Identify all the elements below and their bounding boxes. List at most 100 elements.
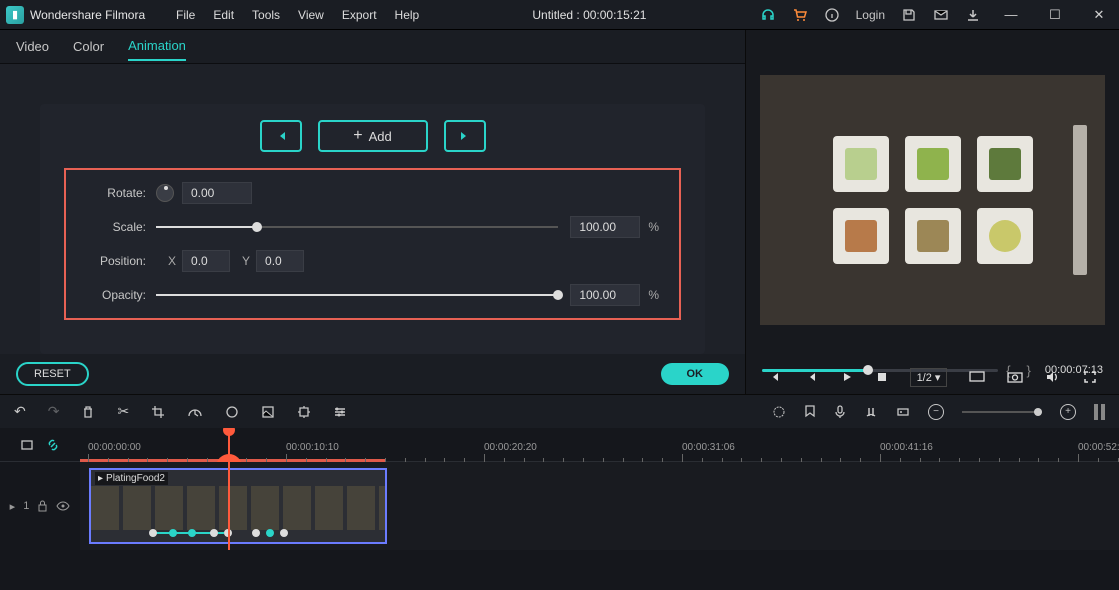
position-y-input[interactable] (256, 250, 304, 272)
opacity-unit: % (648, 288, 659, 302)
menu-export[interactable]: Export (342, 8, 377, 22)
video-clip[interactable]: ▸ PlatingFood2 (89, 468, 387, 544)
clip-play-icon: ▸ (98, 473, 103, 484)
keyframe-nav-row: + Add (40, 120, 705, 152)
menu-edit[interactable]: Edit (213, 8, 234, 22)
speed-icon[interactable] (187, 405, 203, 419)
cart-icon[interactable] (792, 7, 808, 23)
fullscreen-icon[interactable] (1083, 370, 1097, 384)
zoom-slider[interactable] (962, 411, 1042, 413)
scale-slider[interactable] (156, 226, 558, 228)
add-keyframe-button[interactable]: + Add (318, 120, 428, 152)
ruler-mark: 00:00:00:00 (88, 442, 141, 453)
download-icon[interactable] (965, 7, 981, 23)
zoom-fit-icon[interactable] (1094, 404, 1105, 420)
menu-help[interactable]: Help (395, 8, 420, 22)
scale-input[interactable] (570, 216, 640, 238)
add-label: Add (369, 129, 392, 144)
opacity-slider[interactable] (156, 294, 558, 296)
clip-label: ▸ PlatingFood2 (95, 472, 168, 485)
opacity-input[interactable] (570, 284, 640, 306)
window-maximize-icon[interactable]: ☐ (1041, 7, 1069, 23)
color-icon[interactable] (225, 405, 239, 419)
delete-icon[interactable] (81, 405, 95, 419)
rotate-row: Rotate: (86, 182, 659, 204)
cut-icon[interactable]: ✂ (117, 403, 129, 420)
stop-icon[interactable] (876, 371, 888, 383)
timeline-ruler[interactable]: ✂ 00:00:00:0000:00:10:1000:00:20:2000:00… (80, 428, 1119, 462)
reset-button[interactable]: RESET (16, 362, 89, 386)
zoom-in-icon[interactable]: + (1060, 404, 1076, 420)
ruler-mark: 00:00:20:20 (484, 442, 537, 453)
timeline-header-tools (0, 438, 80, 452)
reset-ok-row: RESET OK (0, 354, 745, 394)
menu-file[interactable]: File (176, 8, 195, 22)
position-x-input[interactable] (182, 250, 230, 272)
track-number: 1 (23, 500, 29, 512)
login-link[interactable]: Login (856, 8, 885, 22)
track-play-icon[interactable]: ▸ (10, 500, 16, 513)
video-track-1: ▸ 1 ▸ PlatingFood2 (0, 462, 1119, 550)
mail-icon[interactable] (933, 7, 949, 23)
zoom-out-icon[interactable]: − (928, 404, 944, 420)
unlink-icon[interactable] (46, 438, 60, 452)
property-tabs: Video Color Animation (0, 30, 745, 64)
preview-viewport[interactable] (760, 75, 1105, 325)
timeline-toolbar: ↶ ↷ ✂ − + (0, 394, 1119, 428)
green-screen-icon[interactable] (261, 405, 275, 419)
playhead-track[interactable] (228, 428, 230, 550)
play-icon[interactable] (840, 370, 854, 384)
pos-x-label: X (168, 254, 176, 268)
track-body[interactable]: ▸ PlatingFood2 (80, 462, 1119, 550)
playback-speed[interactable]: 1/2 ▾ (910, 368, 948, 387)
document-title: Untitled : 00:00:15:21 (419, 8, 759, 22)
display-icon[interactable] (969, 370, 985, 384)
snapshot-icon[interactable] (1007, 370, 1023, 384)
opacity-row: Opacity: % (86, 284, 659, 306)
clip-name: PlatingFood2 (106, 473, 165, 484)
animation-panel-inner: + Add Rotate: Scale: % Posit (40, 104, 705, 354)
volume-icon[interactable] (1045, 370, 1061, 384)
redo-icon[interactable]: ↷ (48, 403, 60, 420)
marker-icon[interactable] (804, 405, 816, 419)
tab-video[interactable]: Video (16, 33, 49, 60)
track-menu-icon[interactable] (20, 438, 34, 452)
prev-keyframe-button[interactable] (260, 120, 302, 152)
audio-mixer-icon[interactable] (864, 405, 878, 419)
brand-text: Wondershare Filmora (30, 8, 145, 22)
rotate-dial[interactable] (156, 184, 174, 202)
keyframe-toggle-icon[interactable] (896, 405, 910, 419)
track-header: ▸ 1 (0, 462, 80, 550)
scale-row: Scale: % (86, 216, 659, 238)
ruler-mark: 00:00:31:06 (682, 442, 735, 453)
undo-icon[interactable]: ↶ (14, 403, 26, 420)
render-icon[interactable] (772, 405, 786, 419)
step-back-icon[interactable] (768, 370, 782, 384)
animation-panel: + Add Rotate: Scale: % Posit (0, 64, 745, 354)
tab-color[interactable]: Color (73, 33, 104, 60)
visibility-icon[interactable] (56, 501, 70, 511)
expand-icon[interactable] (297, 405, 311, 419)
next-keyframe-button[interactable] (444, 120, 486, 152)
settings-icon[interactable] (333, 405, 347, 419)
save-icon[interactable] (901, 7, 917, 23)
rotate-label: Rotate: (86, 186, 146, 200)
lock-icon[interactable] (37, 500, 48, 512)
rotate-input[interactable] (182, 182, 252, 204)
crop-icon[interactable] (151, 405, 165, 419)
scale-unit: % (648, 220, 659, 234)
prev-frame-icon[interactable] (804, 370, 818, 384)
preview-controls: 1/2 ▾ (746, 360, 1119, 394)
support-icon[interactable] (760, 7, 776, 23)
preview-panel: { } 00:00:07:13 1/2 ▾ (745, 30, 1119, 394)
info-icon[interactable] (824, 7, 840, 23)
voiceover-icon[interactable] (834, 405, 846, 419)
position-row: Position: X Y (86, 250, 659, 272)
menu-tools[interactable]: Tools (252, 8, 280, 22)
menu-view[interactable]: View (298, 8, 324, 22)
window-close-icon[interactable]: ✕ (1085, 7, 1113, 23)
brand: ▮ Wondershare Filmora (6, 6, 166, 24)
tab-animation[interactable]: Animation (128, 32, 186, 61)
window-minimize-icon[interactable]: — (997, 7, 1025, 22)
ok-button[interactable]: OK (661, 363, 730, 385)
